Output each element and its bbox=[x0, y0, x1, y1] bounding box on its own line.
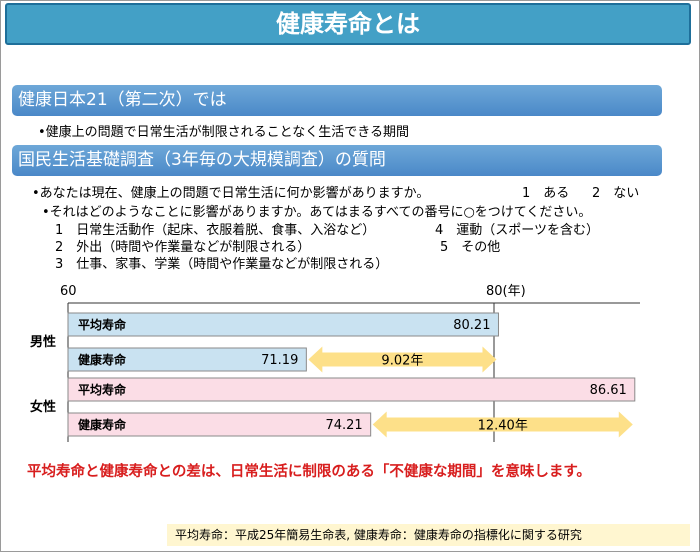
bar-category-label: 健康寿命 bbox=[78, 352, 127, 367]
group-label: 女性 bbox=[30, 399, 56, 415]
bar-value-label: 71.19 bbox=[261, 353, 298, 368]
gap-label: 12.40年 bbox=[478, 419, 528, 434]
bar-category-label: 平均寿命 bbox=[78, 317, 127, 332]
source-footer: 平均寿命：平成25年簡易生命表, 健康寿命：健康寿命の指標化に関する研究 bbox=[167, 524, 690, 546]
bar-value-label: 86.61 bbox=[590, 383, 627, 398]
bar-value-label: 80.21 bbox=[453, 318, 490, 333]
bar-category-label: 平均寿命 bbox=[78, 382, 127, 397]
bar bbox=[67, 377, 636, 402]
bar-category-label: 健康寿命 bbox=[78, 417, 127, 432]
group-label: 男性 bbox=[30, 334, 56, 350]
x-tick-label: 80(年) bbox=[486, 284, 526, 299]
summary-note: 平均寿命と健康寿命との差は、日常生活に制限のある「不健康な期間」を意味します。 bbox=[27, 464, 591, 480]
gap-label: 9.02年 bbox=[381, 354, 423, 369]
bar bbox=[67, 312, 499, 337]
bar-value-label: 74.21 bbox=[325, 418, 362, 433]
x-tick-label: 60 bbox=[60, 284, 77, 299]
